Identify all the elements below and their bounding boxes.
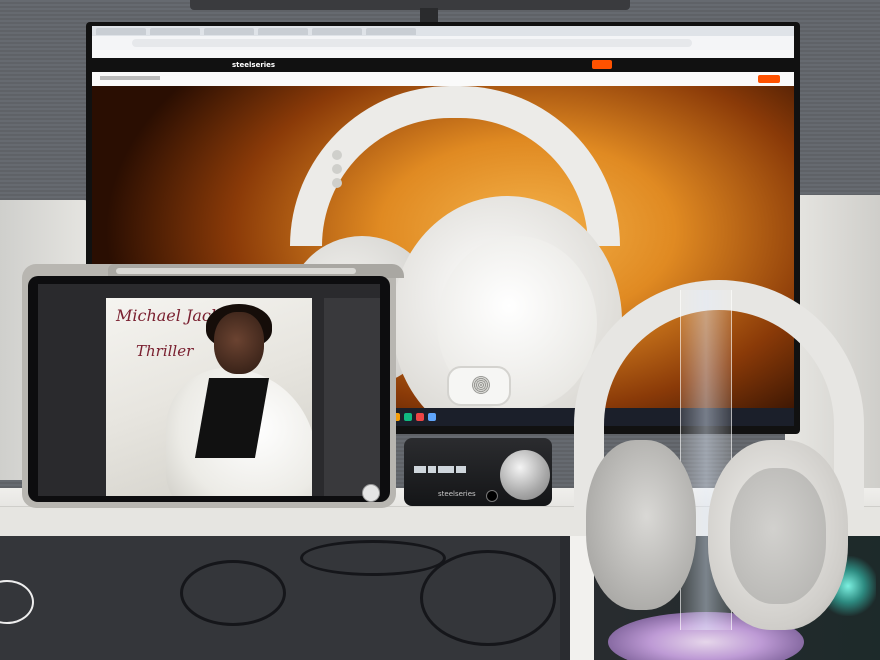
mic-grille [472,376,490,394]
volume-knob-icon [500,450,550,500]
dac-brand-label: steelseries [438,490,476,498]
browser-tab [366,28,416,35]
url-field [132,39,692,47]
cable [300,540,446,576]
taskbar-app-icon [416,413,424,421]
tablet: Michael Jackson Thriller [22,264,404,508]
headphone-ear-pad [730,468,826,604]
tablet-screen: Michael Jackson Thriller [38,284,380,496]
nav-login-button [592,60,612,69]
headphone-jack [486,490,498,502]
browser-tab [204,28,254,35]
site-logo: steelseries [232,61,276,69]
headphone-left-cup [586,440,696,610]
desk-setup-photo: steelseries Michael Jackson Thriller ste… [0,0,880,660]
browser-tab [312,28,362,35]
dac-amp: steelseries [404,438,552,506]
tablet-bezel: Michael Jackson Thriller [28,276,390,502]
album-cover: Michael Jackson Thriller [106,298,312,496]
album-title: Thriller [136,342,194,360]
site-navbar: steelseries [92,58,794,72]
assistive-touch-icon [362,484,380,502]
dac-display [414,458,478,473]
buy-button [758,75,780,83]
stylus-pencil [116,268,356,274]
bookmarks-bar [92,50,794,58]
screen-headphone-buttons [332,146,346,206]
site-subheader [92,72,794,87]
taskbar-app-icon [428,413,436,421]
cable [180,560,286,626]
browser-tab-strip [92,26,794,36]
taskbar-app-icon [404,413,412,421]
browser-tab [96,28,146,35]
browser-tab [258,28,308,35]
monitor-lightbar [190,0,630,10]
product-title-placeholder [100,76,160,80]
browser-tab [150,28,200,35]
album-figure-face [214,312,264,374]
player-side-panel [324,298,380,496]
browser-address-bar [92,36,794,51]
